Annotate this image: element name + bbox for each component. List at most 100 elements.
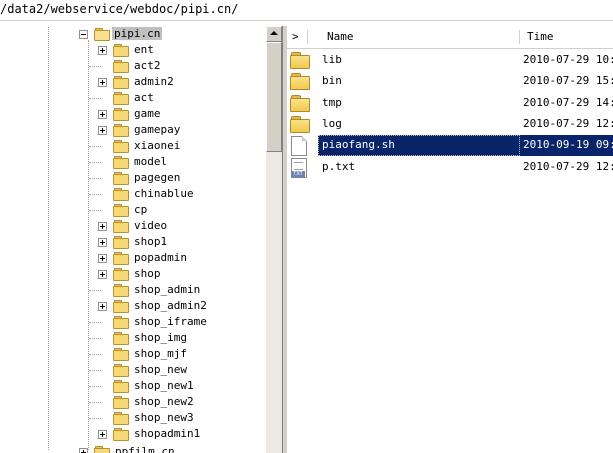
tree-item[interactable]: shop_mjf xyxy=(0,346,266,362)
column-header-name[interactable]: Name xyxy=(327,26,354,48)
expand-toggle-icon[interactable] xyxy=(98,78,107,87)
tree-item[interactable]: shop_img xyxy=(0,330,266,346)
path-text: /data2/webservice/webdoc/pipi.cn/ xyxy=(0,2,239,16)
folder-icon xyxy=(290,52,310,69)
path-bar[interactable]: /data2/webservice/webdoc/pipi.cn/ xyxy=(0,0,613,21)
tree-item-label: cp xyxy=(134,203,148,216)
file-row[interactable]: bin 2010-07-29 15:2 xyxy=(287,71,613,92)
tree-item[interactable]: video xyxy=(0,218,266,234)
file-icon xyxy=(291,136,307,156)
file-time: 2010-07-29 10:5 xyxy=(523,53,613,66)
tree-item[interactable]: pagegen xyxy=(0,170,266,186)
tree-item[interactable]: shop_new2 xyxy=(0,394,266,410)
tree-item[interactable]: chinablue xyxy=(0,186,266,202)
expand-toggle-icon[interactable] xyxy=(98,46,107,55)
tree-item-label: pagegen xyxy=(134,171,181,184)
folder-icon xyxy=(113,364,129,377)
folder-icon xyxy=(94,446,110,453)
folder-icon xyxy=(113,60,129,73)
scroll-up-button[interactable] xyxy=(266,26,282,42)
column-header-time[interactable]: Time xyxy=(527,26,554,48)
tree-item[interactable]: shop_iframe xyxy=(0,314,266,330)
file-time: 2010-07-29 12:1 xyxy=(523,160,613,173)
tree-item[interactable]: shopadmin1 xyxy=(0,426,266,442)
file-name: piaofang.sh xyxy=(322,138,395,151)
tree-item[interactable]: shop_new xyxy=(0,362,266,378)
tree-item[interactable]: shop_admin2 xyxy=(0,298,266,314)
tree-item[interactable]: act xyxy=(0,90,266,106)
expand-toggle-icon[interactable] xyxy=(98,270,107,279)
tree-item[interactable]: cp xyxy=(0,202,266,218)
tree-item[interactable]: ent xyxy=(0,42,266,58)
tree-item-current[interactable]: pipi.cn xyxy=(0,26,266,42)
expand-toggle-icon[interactable] xyxy=(98,126,107,135)
file-row[interactable]: TXT p.txt 2010-07-29 12:1 xyxy=(287,157,613,178)
folder-icon xyxy=(113,412,129,425)
folder-icon xyxy=(113,284,129,297)
tree-item[interactable]: gamepay xyxy=(0,122,266,138)
tree-item-label: shop_admin xyxy=(134,283,201,296)
chevron-right-icon[interactable]: > xyxy=(292,26,299,48)
folder-icon xyxy=(113,44,129,57)
scroll-thumb[interactable] xyxy=(266,42,282,152)
file-row[interactable]: tmp 2010-07-29 14:0 xyxy=(287,93,613,114)
tree-item-label: pipi.cn xyxy=(112,27,163,40)
file-row[interactable]: lib 2010-07-29 10:5 xyxy=(287,50,613,71)
file-time: 2010-07-29 12:1 xyxy=(523,117,613,130)
file-name: p.txt xyxy=(322,160,356,173)
expand-toggle-icon[interactable] xyxy=(98,238,107,247)
tree-item-label: shop_admin2 xyxy=(134,299,207,312)
txt-badge: TXT xyxy=(291,171,305,178)
file-time: 2010-07-29 14:0 xyxy=(523,96,613,109)
tree-item-label: shop_new xyxy=(134,363,187,376)
tree-item-label: shop_iframe xyxy=(134,315,207,328)
folder-icon xyxy=(113,396,129,409)
folder-icon xyxy=(113,428,129,441)
tree-item-label: shopadmin1 xyxy=(134,427,201,440)
expand-toggle-icon[interactable] xyxy=(79,448,88,453)
tree-item[interactable]: popadmin xyxy=(0,250,266,266)
tree-item[interactable]: shop_new1 xyxy=(0,378,266,394)
folder-icon xyxy=(113,316,129,329)
file-name: log xyxy=(322,117,342,130)
folder-icon xyxy=(290,95,310,112)
folder-open-icon xyxy=(94,28,110,41)
tree-item[interactable]: shop_admin xyxy=(0,282,266,298)
tree-item-label: shop_new3 xyxy=(134,411,194,424)
folder-icon xyxy=(113,76,129,89)
tree-item-label: game xyxy=(134,107,161,120)
folder-icon xyxy=(113,236,129,249)
file-list[interactable]: > Name Time lib 2010-07-29 10:5 bin 2010-07… xyxy=(287,26,613,453)
expand-toggle-icon[interactable] xyxy=(98,254,107,263)
tree-item[interactable]: xiaonei xyxy=(0,138,266,154)
tree-item-label: ppfilm.cn xyxy=(115,445,175,453)
tree-item-label: act xyxy=(134,91,154,104)
folder-tree[interactable]: pipi.cn ent act2 admin2 act game gamepay xiaone… xyxy=(0,26,266,453)
tree-item[interactable]: admin2 xyxy=(0,74,266,90)
file-row[interactable]: log 2010-07-29 12:1 xyxy=(287,114,613,135)
tree-item[interactable]: act2 xyxy=(0,58,266,74)
folder-icon xyxy=(113,220,129,233)
folder-icon xyxy=(113,108,129,121)
tree-item-label: chinablue xyxy=(134,187,194,200)
tree-item[interactable]: game xyxy=(0,106,266,122)
tree-item-label: shop_img xyxy=(134,331,187,344)
tree-item-sibling[interactable]: ppfilm.cn xyxy=(0,444,266,453)
tree-scrollbar[interactable] xyxy=(266,26,282,453)
tree-item-label: gamepay xyxy=(134,123,181,136)
tree-item-label: popadmin xyxy=(134,251,187,264)
file-row[interactable]: piaofang.sh 2010-09-19 09:0 xyxy=(287,135,613,156)
file-name: bin xyxy=(322,74,342,87)
expand-toggle-icon[interactable] xyxy=(98,110,107,119)
expand-toggle-icon[interactable] xyxy=(98,302,107,311)
tree-item-label: xiaonei xyxy=(134,139,181,152)
expand-toggle-icon[interactable] xyxy=(98,430,107,439)
tree-item[interactable]: shop1 xyxy=(0,234,266,250)
tree-item-label: admin2 xyxy=(134,75,174,88)
tree-item-label: ent xyxy=(134,43,154,56)
collapse-toggle-icon[interactable] xyxy=(79,30,88,39)
expand-toggle-icon[interactable] xyxy=(98,222,107,231)
tree-item[interactable]: model xyxy=(0,154,266,170)
tree-item[interactable]: shop_new3 xyxy=(0,410,266,426)
tree-item[interactable]: shop xyxy=(0,266,266,282)
